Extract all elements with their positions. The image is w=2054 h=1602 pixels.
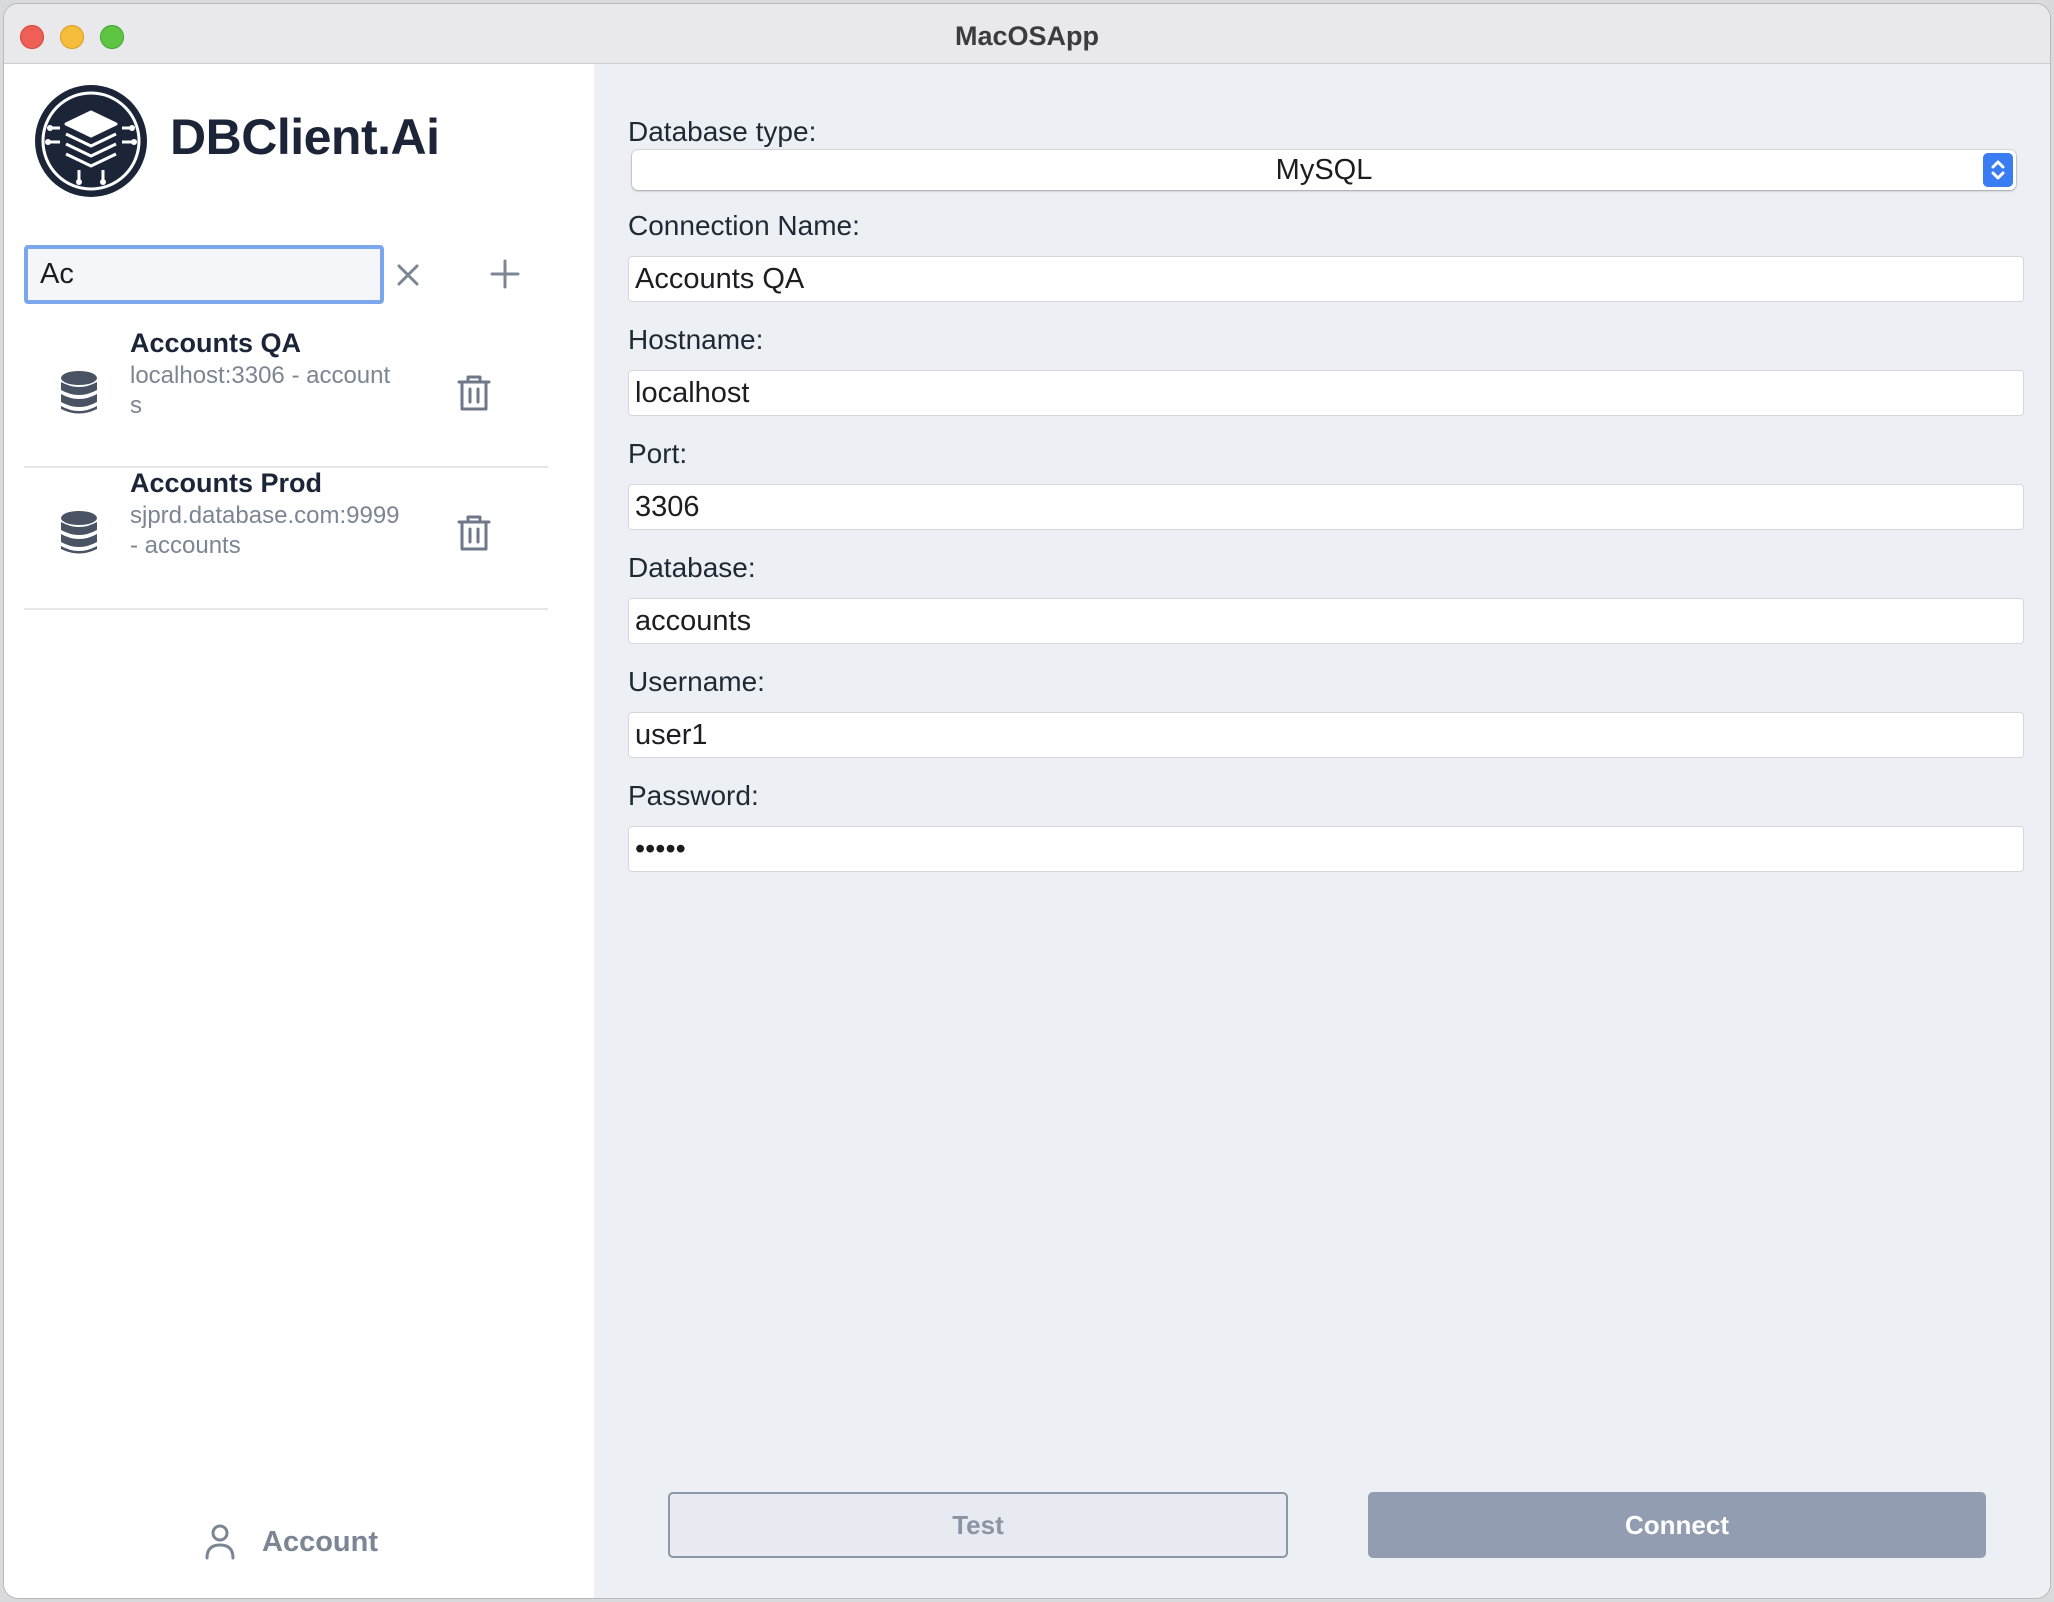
connection-detail: localhost:3306 - accounts — [130, 362, 391, 419]
connection-name: Accounts Prod — [130, 468, 323, 498]
account-button[interactable]: Account — [204, 1520, 378, 1564]
username-label: Username: — [628, 666, 765, 697]
clear-search-icon[interactable] — [392, 259, 424, 291]
connection-name: Accounts QA — [130, 328, 302, 358]
connect-button[interactable]: Connect — [1368, 1492, 1986, 1558]
db-type-value: MySQL — [1275, 154, 1373, 186]
title-bar: MacOSApp — [4, 4, 2050, 64]
person-icon — [205, 1524, 235, 1560]
hostname-label: Hostname: — [628, 324, 764, 355]
db-type-select[interactable]: MySQL — [632, 150, 2016, 190]
test-button[interactable]: Test — [668, 1492, 1288, 1558]
chevron-up-down-icon — [1983, 153, 2013, 187]
port-field[interactable] — [628, 484, 2024, 530]
window-title: MacOSApp — [954, 21, 1100, 51]
username-field[interactable] — [628, 712, 2024, 758]
connection-item[interactable]: Accounts Prod sjprd.database.com:9999 - … — [24, 468, 548, 610]
database-icon — [61, 511, 97, 554]
database-label: Database: — [628, 552, 756, 583]
brand-name: DBClient.Ai — [170, 109, 440, 165]
connection-detail: sjprd.database.com:9999 - accounts — [130, 502, 400, 559]
connection-form: Database type: MySQL Connection Name: Ho… — [594, 64, 2050, 1598]
connection-name-label: Connection Name: — [628, 210, 860, 241]
database-field[interactable] — [628, 598, 2024, 644]
hostname-field[interactable] — [628, 370, 2024, 416]
password-label: Password: — [628, 780, 759, 811]
trash-icon[interactable] — [456, 514, 492, 552]
app-window: MacOSApp DBClient.Ai Ac Accounts QA loca… — [4, 4, 2050, 1598]
sidebar: DBClient.Ai Accounts QA localhost:3306 -… — [4, 64, 594, 1598]
password-field[interactable] — [628, 826, 2024, 872]
dbclient-logo-icon — [35, 85, 147, 197]
connection-item[interactable]: Accounts QA localhost:3306 - accounts — [24, 326, 548, 468]
connection-name-field[interactable] — [628, 256, 2024, 302]
add-connection-button[interactable] — [488, 257, 522, 291]
trash-icon[interactable] — [456, 374, 492, 412]
search-field[interactable] — [24, 245, 384, 304]
db-type-label: Database type: — [628, 116, 817, 147]
port-label: Port: — [628, 438, 688, 469]
account-label: Account — [262, 1525, 378, 1558]
database-icon — [61, 371, 97, 414]
search-input[interactable] — [28, 249, 380, 300]
